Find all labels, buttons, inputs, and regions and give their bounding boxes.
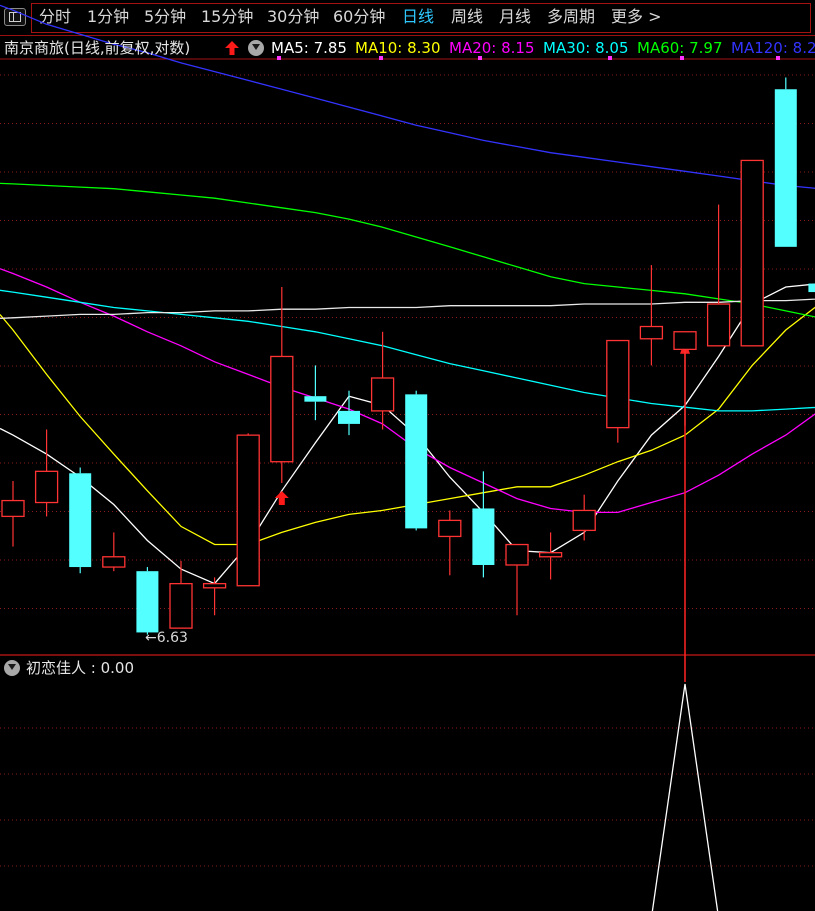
candle-body [102, 556, 126, 568]
candle-body [370, 377, 395, 412]
candle-body [505, 543, 529, 566]
ma10-marker [379, 56, 383, 60]
ma120-line [0, 4, 815, 189]
candle-body [270, 355, 294, 463]
candle-body [169, 582, 193, 629]
ma120-label: MA120: 8.2 [731, 39, 815, 57]
candle-body [236, 434, 260, 587]
buy-signal-arrow-icon [274, 490, 289, 505]
collapse-icon[interactable] [248, 40, 264, 56]
ma60-line [0, 182, 815, 319]
candle-body [774, 89, 797, 247]
candle-body [639, 325, 664, 340]
indicator-collapse-icon[interactable] [4, 660, 20, 676]
candle-body [405, 394, 428, 529]
ma60-marker [680, 56, 684, 60]
indicator-line [651, 683, 719, 911]
stock-title: 南京商旅(日线,前复权,对数) [4, 39, 191, 57]
candlestick-chart[interactable] [0, 0, 815, 911]
candle-body [606, 339, 630, 429]
candle-body [808, 283, 815, 293]
candle-body [538, 552, 563, 558]
ma20-marker [478, 56, 482, 60]
low-price-label: ←6.63 [145, 630, 188, 646]
ma10-label: MA10: 8.30 [355, 39, 441, 57]
candle-body [136, 571, 159, 633]
candle-body [304, 396, 327, 402]
candle-body [69, 473, 92, 568]
ma30-marker [608, 56, 612, 60]
ma30-line [0, 289, 815, 412]
ma5-label: MA5: 7.85 [271, 39, 347, 57]
candle-body [472, 508, 495, 565]
ma120-marker [776, 56, 780, 60]
ma5-marker [277, 56, 281, 60]
candle-body [202, 582, 227, 589]
candle-body [438, 519, 462, 538]
ma20-label: MA20: 8.15 [449, 39, 535, 57]
candle-body [706, 303, 731, 347]
candle-body [1, 499, 25, 518]
candle-body [572, 509, 596, 532]
indicator-title-row: 初恋佳人 : 0.00 [0, 657, 815, 679]
indicator-label: 初恋佳人 : 0.00 [26, 659, 134, 677]
candle-body [34, 470, 59, 504]
chart-title-row: 南京商旅(日线,前复权,对数) MA5: 7.85 MA10: 8.30 MA2… [0, 37, 815, 59]
candle-body [673, 331, 697, 351]
stock-chart-app: 分时 1分钟 5分钟 15分钟 30分钟 60分钟 日线 周线 月线 多周期 更… [0, 0, 815, 911]
candle-body [740, 159, 764, 347]
up-arrow-icon [225, 41, 239, 55]
candle-body [338, 410, 360, 424]
ma30-label: MA30: 8.05 [543, 39, 629, 57]
